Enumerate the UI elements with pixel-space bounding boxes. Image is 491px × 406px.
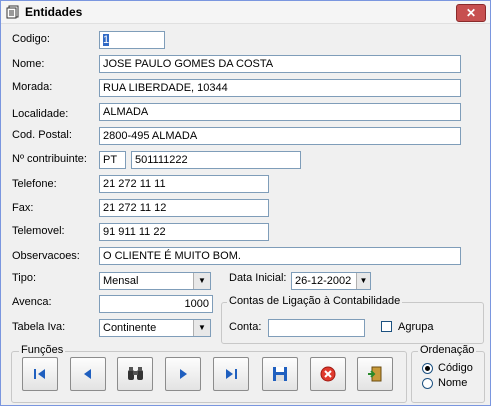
delete-button[interactable] — [310, 357, 346, 391]
tabela-iva-select[interactable]: Continente ▼ — [99, 319, 211, 337]
search-button[interactable] — [117, 357, 153, 391]
next-icon — [180, 369, 187, 379]
tabela-iva-label: Tabela Iva: — [12, 321, 66, 333]
tipo-select[interactable]: Mensal ▼ — [99, 272, 211, 290]
nome-label: Nome: — [12, 58, 45, 70]
telemovel-field[interactable]: 91 911 11 22 — [99, 223, 269, 241]
morada-field[interactable]: RUA LIBERDADE, 10344 — [99, 79, 461, 97]
previous-icon — [84, 369, 91, 379]
contribuinte-field[interactable]: 501111222 — [131, 151, 301, 169]
localidade-field[interactable]: ALMADA — [99, 103, 461, 121]
avenca-field[interactable]: 1000 — [99, 295, 213, 313]
entidades-window: Entidades ✕ Codigo: 1 Nome: JOSE PAULO G… — [0, 0, 491, 406]
ordenacao-group-title: Ordenação — [418, 344, 477, 356]
first-icon — [34, 369, 45, 379]
funcoes-group-title: Funções — [19, 344, 66, 356]
fax-label: Fax: — [12, 202, 34, 214]
cod-postal-field[interactable]: 2800-495 ALMADA — [99, 127, 461, 145]
last-icon — [226, 369, 237, 379]
agrupa-label: Agrupa — [398, 321, 434, 333]
ordenacao-codigo-radio[interactable] — [422, 363, 433, 374]
exit-button[interactable] — [357, 357, 393, 391]
data-inicial-label: Data Inicial: — [229, 272, 287, 284]
telemovel-label: Telemovel: — [12, 225, 65, 237]
last-record-button[interactable] — [213, 357, 249, 391]
previous-record-button[interactable] — [70, 357, 106, 391]
app-icon — [6, 5, 19, 19]
next-record-button[interactable] — [165, 357, 201, 391]
observacoes-field[interactable]: O CLIENTE É MUITO BOM. — [99, 247, 461, 265]
nome-field[interactable]: JOSE PAULO GOMES DA COSTA — [99, 55, 461, 73]
binoculars-icon — [128, 367, 143, 380]
delete-icon — [320, 366, 336, 382]
ordenacao-codigo-label: Código — [438, 362, 473, 374]
ordenacao-nome-label: Nome — [438, 377, 468, 389]
codigo-field[interactable]: 1 — [99, 31, 165, 49]
tipo-value: Mensal — [103, 275, 139, 287]
chevron-down-icon[interactable]: ▼ — [193, 320, 210, 336]
close-button[interactable]: ✕ — [456, 4, 486, 22]
exit-door-icon — [368, 366, 382, 382]
ordenacao-nome-radio[interactable] — [422, 378, 433, 389]
agrupa-checkbox[interactable] — [381, 321, 392, 332]
data-inicial-picker[interactable]: 26-12-2002 ▼ — [291, 272, 371, 290]
conta-label: Conta: — [229, 321, 262, 333]
tabela-iva-value: Continente — [103, 322, 157, 334]
avenca-label: Avenca: — [12, 296, 52, 308]
localidade-label: Localidade: — [12, 108, 69, 120]
morada-label: Morada: — [12, 81, 53, 93]
chevron-down-icon[interactable]: ▼ — [356, 273, 370, 289]
contribuinte-label: Nº contribuinte: — [12, 153, 87, 165]
chevron-down-icon[interactable]: ▼ — [193, 273, 210, 289]
telefone-field[interactable]: 21 272 11 11 — [99, 175, 269, 193]
data-inicial-value: 26-12-2002 — [295, 275, 352, 287]
first-record-button[interactable] — [22, 357, 58, 391]
contas-group-title: Contas de Ligação à Contabilidade — [227, 295, 403, 307]
tipo-label: Tipo: — [12, 272, 37, 284]
title-bar: Entidades ✕ — [1, 1, 490, 24]
contribuinte-prefix-field[interactable]: PT — [99, 151, 126, 169]
window-title: Entidades — [25, 5, 83, 19]
fax-field[interactable]: 21 272 11 12 — [99, 199, 269, 217]
telefone-label: Telefone: — [12, 178, 57, 190]
cod-postal-label: Cod. Postal: — [12, 129, 72, 141]
floppy-disk-icon — [273, 367, 287, 381]
save-button[interactable] — [262, 357, 298, 391]
observacoes-label: Observacoes: — [12, 250, 80, 262]
codigo-label: Codigo: — [12, 33, 50, 45]
conta-field[interactable] — [268, 319, 365, 337]
